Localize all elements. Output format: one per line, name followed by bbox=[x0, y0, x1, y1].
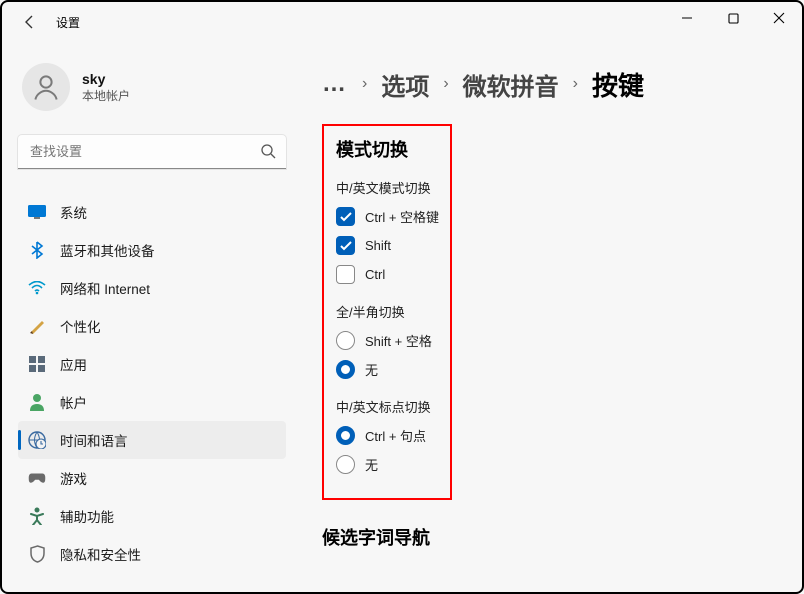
radio-none-fullhalf[interactable]: 无 bbox=[336, 360, 438, 379]
radio-shift-space[interactable]: Shift + 空格 bbox=[336, 331, 438, 350]
group-label-punctuation: 中/英文标点切换 bbox=[336, 397, 438, 416]
breadcrumb: … › 选项 › 微软拼音 › 按键 bbox=[322, 62, 786, 106]
radio-none-punct[interactable]: 无 bbox=[336, 455, 438, 474]
option-label: Shift + 空格 bbox=[365, 331, 432, 350]
radio-icon bbox=[336, 426, 355, 445]
option-label: Ctrl + 空格键 bbox=[365, 207, 439, 226]
checkbox-icon bbox=[336, 236, 355, 255]
nav-list: 系统 蓝牙和其他设备 网络和 Internet 个性化 应用 帐户 时间和语言 bbox=[18, 193, 286, 573]
nav-item-gaming[interactable]: 游戏 bbox=[18, 459, 286, 497]
radio-icon bbox=[336, 360, 355, 379]
nav-item-personalization[interactable]: 个性化 bbox=[18, 307, 286, 345]
shield-icon bbox=[28, 545, 46, 563]
checkbox-ctrl-space[interactable]: Ctrl + 空格键 bbox=[336, 207, 438, 226]
user-text: sky 本地帐户 bbox=[82, 71, 130, 104]
option-label: Shift bbox=[365, 238, 391, 253]
option-label: Ctrl bbox=[365, 267, 385, 282]
breadcrumb-item-keys: 按键 bbox=[592, 66, 644, 103]
breadcrumb-ellipsis[interactable]: … bbox=[322, 70, 348, 98]
nav-label: 应用 bbox=[60, 354, 87, 374]
sidebar: sky 本地帐户 系统 蓝牙和其他设备 网络和 Internet 个性化 应用 bbox=[2, 57, 302, 573]
chevron-right-icon: › bbox=[573, 75, 578, 93]
chevron-right-icon: › bbox=[443, 75, 448, 93]
checkbox-ctrl[interactable]: Ctrl bbox=[336, 265, 438, 284]
checkbox-shift[interactable]: Shift bbox=[336, 236, 438, 255]
radio-icon bbox=[336, 331, 355, 350]
close-button[interactable] bbox=[756, 2, 802, 34]
radio-icon bbox=[336, 455, 355, 474]
nav-item-network[interactable]: 网络和 Internet bbox=[18, 269, 286, 307]
option-label: 无 bbox=[365, 455, 378, 474]
window-controls bbox=[664, 2, 802, 34]
breadcrumb-item-options[interactable]: 选项 bbox=[381, 67, 429, 102]
maximize-button[interactable] bbox=[710, 2, 756, 34]
globe-clock-icon bbox=[28, 431, 46, 449]
system-icon bbox=[28, 203, 46, 221]
section-title-candidate: 候选字词导航 bbox=[322, 524, 786, 550]
section-title-mode-switch: 模式切换 bbox=[336, 136, 438, 162]
checkbox-icon bbox=[336, 207, 355, 226]
wifi-icon bbox=[28, 279, 46, 297]
search-input[interactable] bbox=[18, 135, 286, 169]
group-label-cn-en-mode: 中/英文模式切换 bbox=[336, 178, 438, 197]
brush-icon bbox=[28, 317, 46, 335]
user-profile[interactable]: sky 本地帐户 bbox=[18, 57, 286, 117]
option-label: Ctrl + 句点 bbox=[365, 426, 426, 445]
bluetooth-icon bbox=[28, 241, 46, 259]
nav-item-time-language[interactable]: 时间和语言 bbox=[18, 421, 286, 459]
user-name: sky bbox=[82, 71, 130, 87]
minimize-button[interactable] bbox=[664, 2, 710, 34]
nav-item-accounts[interactable]: 帐户 bbox=[18, 383, 286, 421]
nav-label: 帐户 bbox=[60, 392, 87, 412]
accessibility-icon bbox=[28, 507, 46, 525]
breadcrumb-item-pinyin[interactable]: 微软拼音 bbox=[463, 67, 559, 102]
nav-label: 隐私和安全性 bbox=[60, 544, 141, 564]
nav-item-apps[interactable]: 应用 bbox=[18, 345, 286, 383]
avatar bbox=[22, 63, 70, 111]
apps-icon bbox=[28, 355, 46, 373]
nav-item-system[interactable]: 系统 bbox=[18, 193, 286, 231]
user-subtitle: 本地帐户 bbox=[82, 87, 130, 104]
window-title: 设置 bbox=[56, 14, 80, 31]
search-container bbox=[18, 135, 286, 169]
option-label: 无 bbox=[365, 360, 378, 379]
back-button[interactable] bbox=[22, 14, 38, 30]
nav-label: 游戏 bbox=[60, 468, 87, 488]
nav-label: 时间和语言 bbox=[60, 430, 128, 450]
main-content: … › 选项 › 微软拼音 › 按键 模式切换 中/英文模式切换 Ctrl + … bbox=[322, 62, 786, 592]
nav-item-privacy[interactable]: 隐私和安全性 bbox=[18, 535, 286, 573]
group-label-full-half: 全/半角切换 bbox=[336, 302, 438, 321]
nav-item-accessibility[interactable]: 辅助功能 bbox=[18, 497, 286, 535]
radio-ctrl-period[interactable]: Ctrl + 句点 bbox=[336, 426, 438, 445]
person-icon bbox=[28, 393, 46, 411]
nav-label: 辅助功能 bbox=[60, 506, 114, 526]
chevron-right-icon: › bbox=[362, 75, 367, 93]
nav-label: 系统 bbox=[60, 202, 87, 222]
checkbox-icon bbox=[336, 265, 355, 284]
highlighted-section: 模式切换 中/英文模式切换 Ctrl + 空格键 Shift Ctrl 全/半角… bbox=[322, 124, 452, 500]
nav-item-bluetooth[interactable]: 蓝牙和其他设备 bbox=[18, 231, 286, 269]
gamepad-icon bbox=[28, 469, 46, 487]
nav-label: 蓝牙和其他设备 bbox=[60, 240, 155, 260]
nav-label: 网络和 Internet bbox=[60, 278, 150, 298]
nav-label: 个性化 bbox=[60, 316, 101, 336]
